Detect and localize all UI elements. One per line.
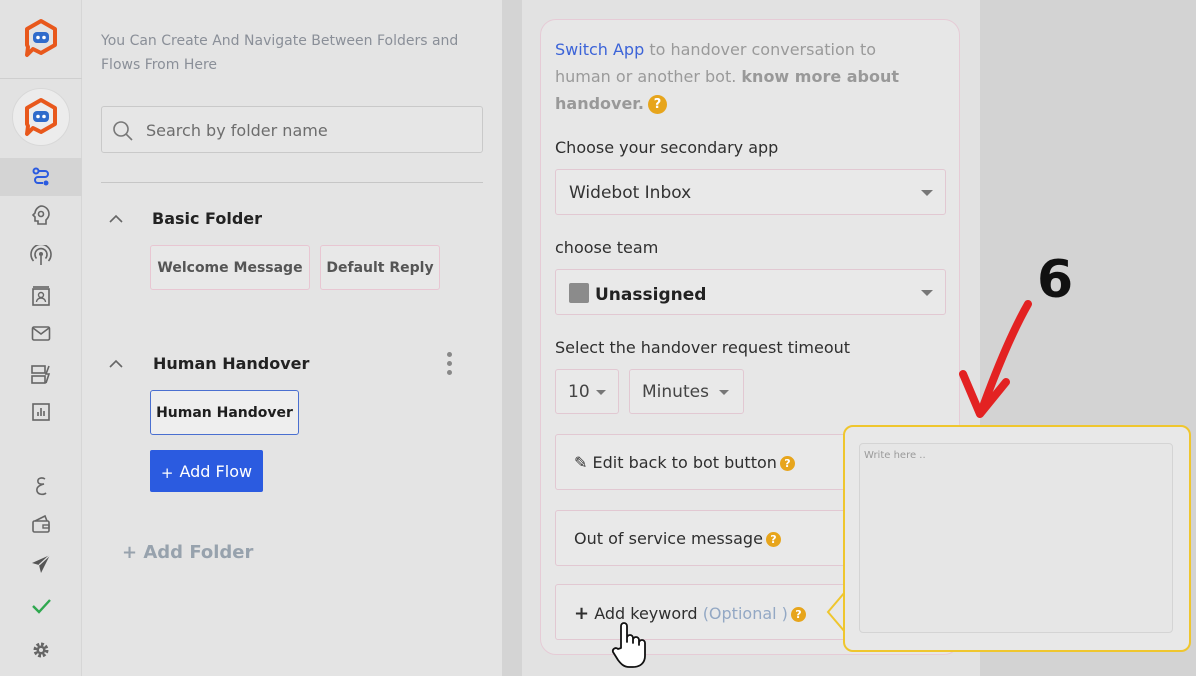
- annotation-arrow-icon: [959, 300, 1032, 418]
- language-icon[interactable]: [0, 466, 82, 504]
- team-select[interactable]: Unassigned: [555, 269, 946, 315]
- plus-icon: +: [160, 464, 174, 482]
- flow-chip-welcome-message[interactable]: Welcome Message: [150, 245, 310, 290]
- team-color-swatch: [569, 283, 589, 303]
- folder-title-human-handover[interactable]: Human Handover: [153, 354, 309, 373]
- add-flow-label: Add Flow: [179, 461, 253, 481]
- flow-chip-human-handover[interactable]: Human Handover: [150, 390, 299, 435]
- switch-app-link[interactable]: Switch App: [555, 40, 644, 59]
- rail-divider: [0, 78, 82, 79]
- bot-avatar[interactable]: [12, 88, 70, 146]
- caret-down-icon: [921, 190, 933, 196]
- flow-chip-default-reply[interactable]: Default Reply: [320, 245, 440, 290]
- caret-down-icon: [719, 390, 729, 395]
- search-icon: [113, 121, 133, 141]
- folders-panel: You Can Create And Navigate Between Fold…: [82, 0, 502, 676]
- keyword-popover: [843, 425, 1191, 652]
- ai-brain-icon[interactable]: [0, 196, 82, 234]
- secondary-app-select[interactable]: Widebot Inbox: [555, 169, 946, 215]
- mail-icon[interactable]: [0, 314, 82, 352]
- team-label: choose team: [555, 238, 659, 257]
- team-value-wrap: Unassigned: [569, 283, 706, 305]
- add-folder-button[interactable]: + Add Folder: [122, 542, 253, 563]
- secondary-app-value: Widebot Inbox: [569, 183, 692, 203]
- timeout-label: Select the handover request timeout: [555, 338, 851, 357]
- plus-icon: +: [574, 603, 590, 624]
- chevron-up-icon[interactable]: [107, 355, 125, 373]
- annotation-step-number: 6: [1037, 250, 1074, 310]
- timeout-unit-select[interactable]: Minutes: [629, 369, 744, 414]
- switch-app-intro: Switch App to handover conversation to h…: [555, 36, 935, 117]
- timeout-value-select[interactable]: 10: [555, 369, 619, 414]
- help-question-icon[interactable]: ?: [765, 532, 781, 547]
- automation-icon[interactable]: [0, 355, 82, 393]
- caret-down-icon: [596, 390, 606, 395]
- flows-icon[interactable]: [0, 158, 82, 196]
- contacts-icon[interactable]: [0, 277, 82, 315]
- keyword-textarea[interactable]: [859, 443, 1173, 633]
- edit-back-label: Edit back to bot button: [592, 453, 777, 472]
- edit-back-wrap: ✎ Edit back to bot button?: [574, 453, 795, 472]
- help-question-icon[interactable]: ?: [790, 607, 806, 622]
- timeout-value: 10: [568, 382, 590, 402]
- hand-pointer-cursor-icon: [611, 622, 646, 668]
- help-question-icon[interactable]: ?: [779, 456, 795, 471]
- out-of-service-label: Out of service message: [574, 529, 763, 548]
- folder-search-input[interactable]: [146, 117, 466, 143]
- timeout-unit: Minutes: [642, 382, 709, 402]
- settings-gear-icon[interactable]: [0, 631, 82, 669]
- panel-gap: [502, 0, 522, 676]
- secondary-app-label: Choose your secondary app: [555, 138, 779, 157]
- app-logo-icon[interactable]: [22, 18, 60, 58]
- chevron-up-icon[interactable]: [107, 210, 125, 228]
- add-flow-button[interactable]: + Add Flow: [150, 450, 263, 492]
- send-icon[interactable]: [0, 545, 82, 583]
- caret-down-icon: [921, 290, 933, 296]
- check-icon[interactable]: [0, 587, 82, 625]
- bot-logo-icon: [25, 98, 57, 136]
- folders-hint: You Can Create And Navigate Between Fold…: [101, 33, 459, 73]
- folder-more-options-icon[interactable]: [444, 350, 454, 378]
- out-of-service-wrap: Out of service message?: [574, 529, 781, 548]
- broadcast-icon[interactable]: [0, 237, 82, 275]
- team-value: Unassigned: [595, 285, 707, 305]
- folder-search-box[interactable]: [101, 106, 483, 153]
- help-question-icon[interactable]: ?: [648, 95, 667, 114]
- wallet-icon[interactable]: [0, 505, 82, 543]
- pencil-icon: ✎: [574, 453, 588, 472]
- folders-divider: [101, 182, 483, 183]
- add-keyword-optional: (Optional ): [702, 604, 788, 623]
- folder-title-basic[interactable]: Basic Folder: [152, 209, 262, 228]
- analytics-icon[interactable]: [0, 393, 82, 431]
- icon-rail: [0, 0, 82, 676]
